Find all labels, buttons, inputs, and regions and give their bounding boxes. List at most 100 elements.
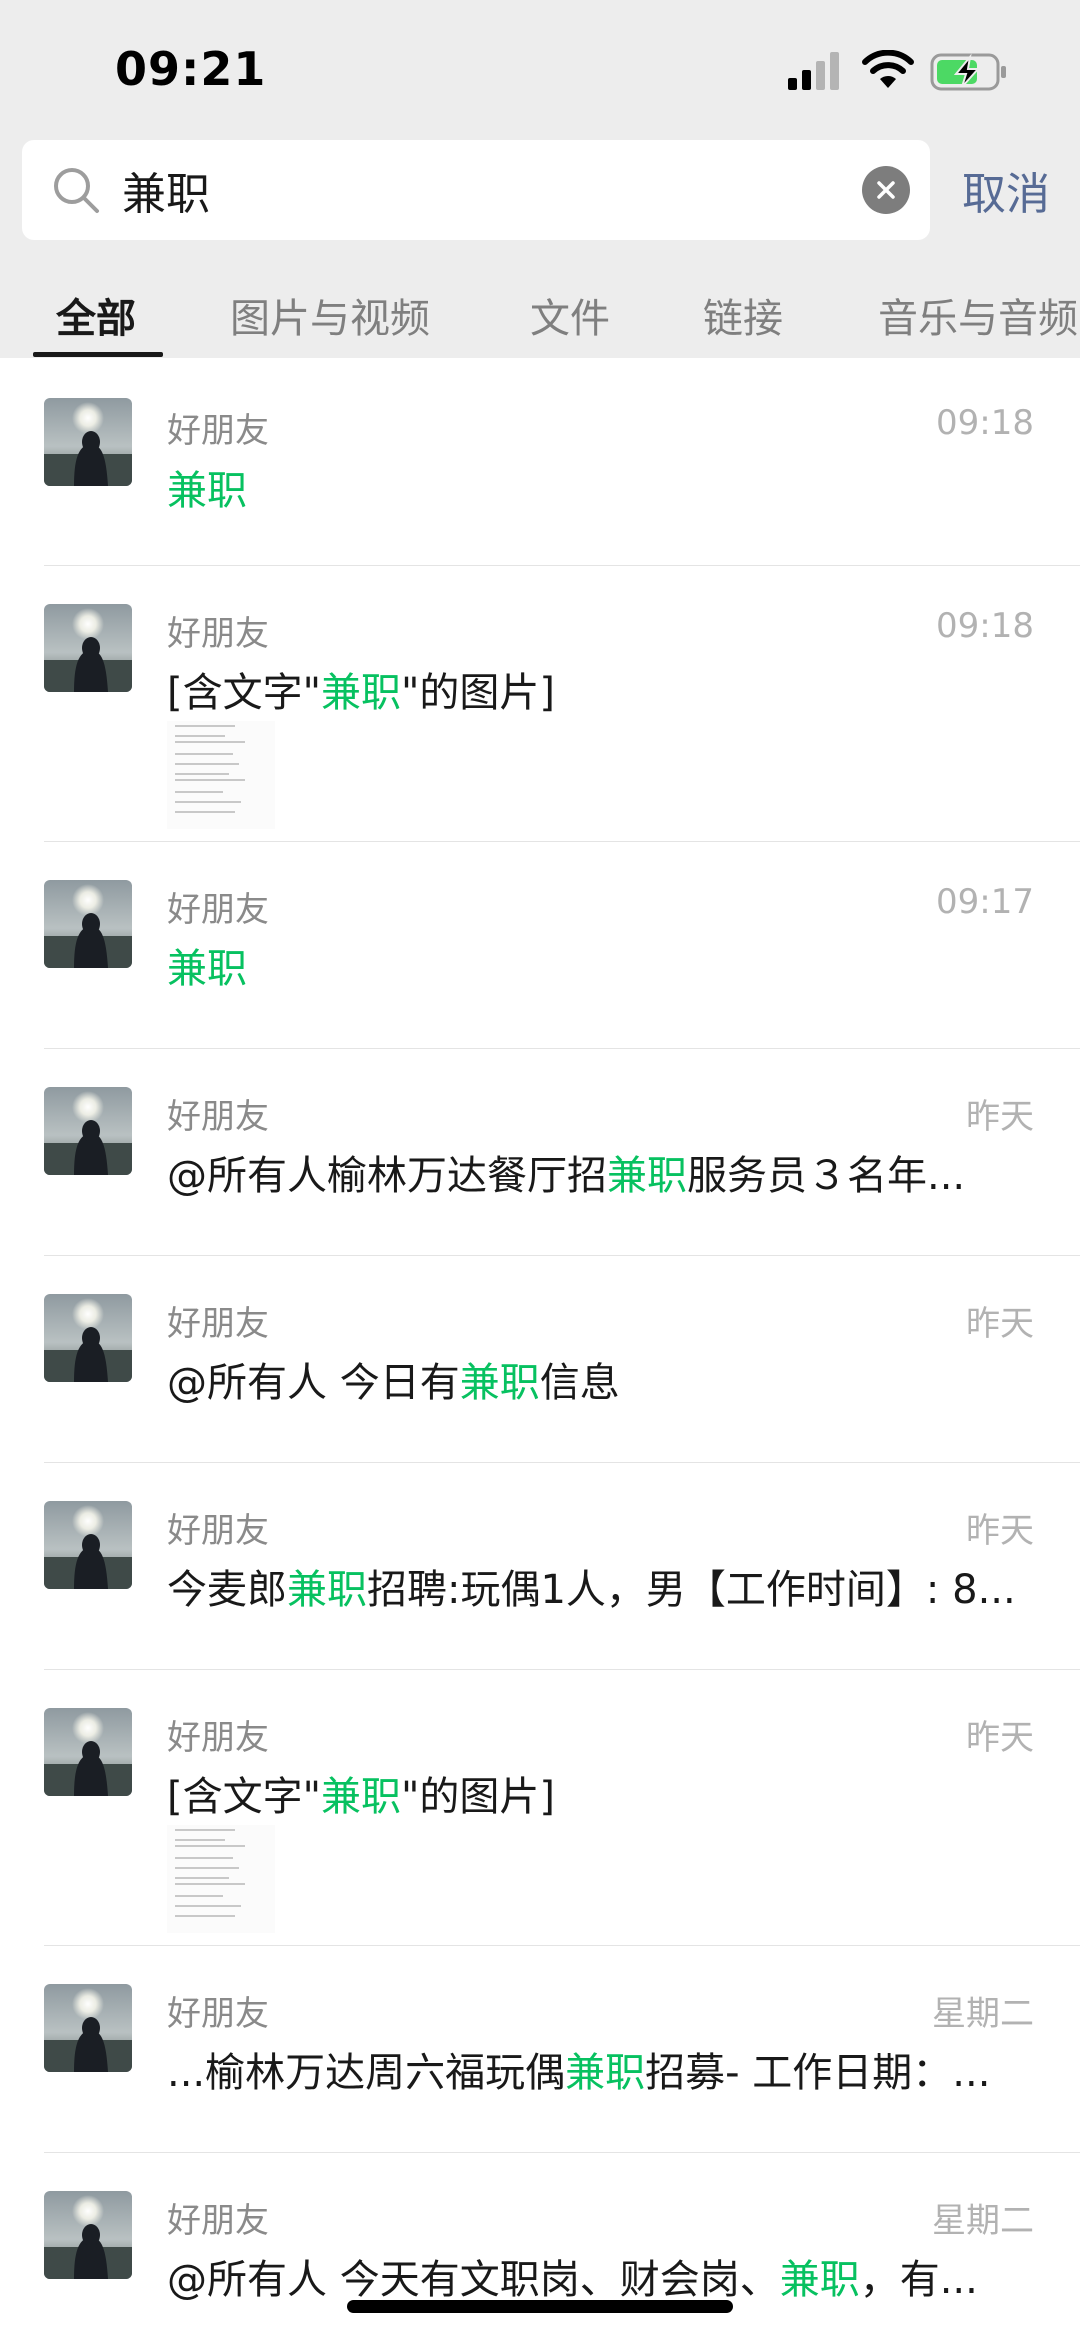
thumbnail-text-line [175, 1905, 241, 1907]
thumbnail-text-line [175, 1839, 225, 1841]
search-header: 09:21 兼职 取消 全部 图片与视频 文件 链接 音乐与音频 [0, 0, 1080, 358]
snippet-text: 服务员３名年... [687, 1153, 966, 1199]
cellular-signal-icon [788, 52, 839, 90]
result-item[interactable]: 好朋友 昨天 @所有人榆林万达餐厅招兼职服务员３名年... [0, 1049, 1080, 1256]
snippet-text: "的图片] [401, 1774, 556, 1820]
snippet-text: 信息 [539, 1360, 620, 1406]
result-item[interactable]: 好朋友 09:17 兼职 [0, 842, 1080, 1049]
avatar [44, 1087, 132, 1175]
message-snippet: [含文字"兼职"的图片] [167, 660, 1027, 718]
keyword-highlight: 兼职 [607, 1153, 687, 1199]
thumbnail-text-line [175, 1857, 233, 1859]
keyword-highlight: 兼职 [459, 1360, 540, 1406]
search-box[interactable] [22, 140, 930, 240]
image-thumbnail[interactable] [167, 1825, 275, 1933]
tab-music-audio[interactable]: 音乐与音频 [878, 286, 1078, 344]
image-thumbnail[interactable] [167, 721, 275, 829]
thumbnail-text-line [175, 1877, 229, 1879]
keyword-highlight: 兼职 [321, 670, 402, 716]
thumbnail-text-line [175, 1895, 223, 1897]
message-snippet: @所有人 今日有兼职信息 [167, 1350, 1027, 1408]
message-date: 昨天 [966, 1511, 1034, 1551]
filter-tabs: 全部 图片与视频 文件 链接 音乐与音频 [0, 268, 1080, 358]
active-tab-indicator [33, 352, 163, 357]
message-snippet: @所有人榆林万达餐厅招兼职服务员３名年... [167, 1143, 1027, 1201]
sender-name: 好朋友 [167, 1994, 269, 2034]
status-time: 09:21 [115, 42, 267, 96]
result-item[interactable]: 好朋友 09:18 兼职 [0, 358, 1080, 566]
message-snippet: [含文字"兼职"的图片] [167, 1764, 1027, 1822]
message-date: 09:17 [936, 882, 1034, 922]
thumbnail-text-line [175, 773, 229, 775]
tab-files[interactable]: 文件 [530, 286, 610, 344]
keyword-highlight: 兼职 [287, 1567, 367, 1613]
thumbnail-text-line [175, 1845, 245, 1847]
search-icon [54, 168, 99, 213]
message-snippet: @所有人 今天有文职岗、财会岗、兼职，有... [167, 2247, 1027, 2305]
result-item[interactable]: 好朋友 昨天 [含文字"兼职"的图片] [0, 1670, 1080, 1946]
result-item[interactable]: 好朋友 昨天 @所有人 今日有兼职信息 [0, 1256, 1080, 1463]
keyword-highlight: 兼职 [565, 2050, 646, 2096]
sender-name: 好朋友 [167, 1511, 269, 1551]
sender-name: 好朋友 [167, 2201, 269, 2241]
snippet-text: @所有人 今日有 [167, 1360, 460, 1406]
result-item[interactable]: 好朋友 09:18 [含文字"兼职"的图片] [0, 566, 1080, 842]
keyword-highlight: 兼职 [167, 946, 247, 992]
message-date: 昨天 [966, 1718, 1034, 1758]
status-bar: 09:21 [0, 0, 1080, 130]
snippet-text: @所有人榆林万达餐厅招 [167, 1153, 607, 1199]
result-item[interactable]: 好朋友 昨天今麦郎兼职招聘:玩偶1人，男【工作时间】: 8... [0, 1463, 1080, 1670]
thumbnail-text-line [175, 725, 235, 727]
message-snippet: 兼职 [167, 458, 1027, 516]
result-item[interactable]: 好朋友 星期二 ...榆林万达周六福玩偶兼职招募- 工作日期：... [0, 1946, 1080, 2153]
sender-name: 好朋友 [167, 614, 269, 654]
snippet-text: ，有... [859, 2257, 978, 2303]
wifi-icon [862, 50, 914, 88]
thumbnail-text-line [175, 1867, 239, 1869]
search-input[interactable] [122, 154, 862, 226]
message-snippet: 兼职 [167, 936, 1027, 994]
sender-name: 好朋友 [167, 1718, 269, 1758]
sender-name: 好朋友 [167, 1304, 269, 1344]
snippet-text: 今麦郎 [167, 1567, 287, 1613]
message-date: 昨天 [966, 1304, 1034, 1344]
clear-search-icon[interactable] [862, 166, 910, 214]
thumbnail-text-line [175, 741, 245, 743]
thumbnail-text-line [175, 1829, 235, 1831]
avatar [44, 2191, 132, 2279]
home-indicator[interactable] [347, 2300, 733, 2313]
search-results: 好朋友 09:18 兼职 好朋友 09:18 [含文字"兼职"的图片] 好朋友 09:17 兼职… [0, 358, 1080, 2337]
avatar [44, 398, 132, 486]
avatar [44, 1708, 132, 1796]
tab-images-videos[interactable]: 图片与视频 [230, 286, 430, 344]
tab-all[interactable]: 全部 [56, 286, 136, 344]
snippet-text: [含文字" [167, 1774, 322, 1820]
thumbnail-text-line [175, 763, 239, 765]
message-snippet: 今麦郎兼职招聘:玩偶1人，男【工作时间】: 8... [167, 1557, 1027, 1615]
thumbnail-text-line [175, 811, 235, 813]
snippet-text: [含文字" [167, 670, 322, 716]
thumbnail-text-line [175, 801, 241, 803]
avatar [44, 880, 132, 968]
sender-name: 好朋友 [167, 890, 269, 930]
keyword-highlight: 兼职 [321, 1774, 402, 1820]
cancel-button[interactable]: 取消 [962, 158, 1050, 222]
avatar [44, 1501, 132, 1589]
sender-name: 好朋友 [167, 1097, 269, 1137]
tab-links[interactable]: 链接 [703, 286, 783, 344]
message-date: 昨天 [966, 1097, 1034, 1137]
battery-charging-icon [930, 53, 1006, 91]
thumbnail-text-line [175, 1915, 235, 1917]
snippet-text: @所有人 今天有文职岗、财会岗、 [167, 2257, 780, 2303]
message-date: 星期二 [932, 2201, 1034, 2241]
search-row: 取消 [0, 140, 1080, 240]
avatar [44, 1294, 132, 1382]
message-date: 星期二 [932, 1994, 1034, 2034]
message-date: 09:18 [936, 606, 1034, 646]
snippet-text: ...榆林万达周六福玩偶 [167, 2050, 566, 2096]
thumbnail-text-line [175, 1883, 245, 1885]
snippet-text: "的图片] [401, 670, 556, 716]
keyword-highlight: 兼职 [167, 468, 247, 514]
sender-name: 好朋友 [167, 411, 269, 451]
avatar [44, 1984, 132, 2072]
